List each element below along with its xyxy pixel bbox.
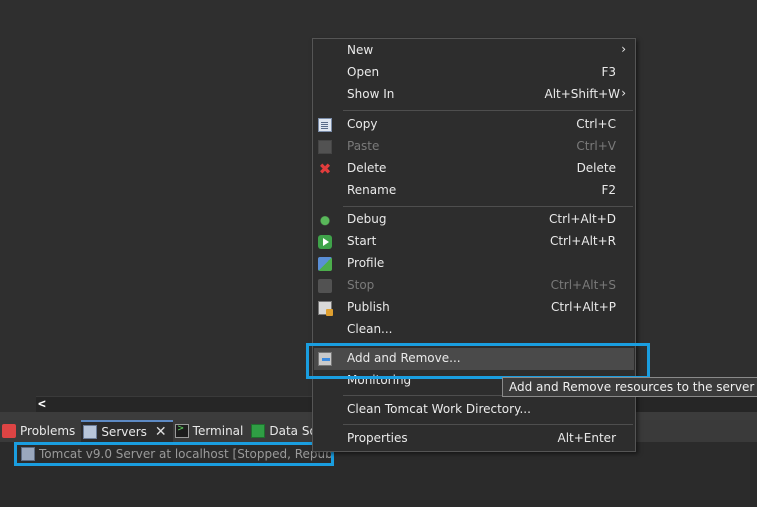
menu-item-profile[interactable]: Profile [314,253,634,275]
menu-item-label: Profile [347,256,385,270]
menu-item-label: Paste [347,139,380,153]
menu-item-paste[interactable]: Paste Ctrl+V [314,136,634,158]
menu-item-publish[interactable]: Publish Ctrl+Alt+P [314,297,634,319]
menu-item-shortcut: Ctrl+Alt+R [549,234,616,248]
menu-item-copy[interactable]: Copy Ctrl+C [314,114,634,136]
servers-icon [83,425,98,439]
menu-item-delete[interactable]: ✖ Delete Delete [314,158,634,180]
menu-item-label: New [347,43,374,57]
menu-item-shortcut: F2 [601,183,616,197]
tab-label: Servers [101,425,147,439]
tab-terminal[interactable]: Terminal [173,420,250,442]
menu-item-label: Add and Remove... [347,351,461,365]
menu-item-debug[interactable]: Debug Ctrl+Alt+D [314,209,634,231]
menu-item-shortcut: Delete [576,161,616,175]
tab-label: Terminal [192,424,244,438]
start-icon [318,235,332,249]
menu-item-label: Stop [347,278,375,292]
tab-problems[interactable]: Problems [0,420,81,442]
paste-icon [318,140,332,154]
menu-item-shortcut: Ctrl+Alt+P [551,300,616,314]
tomcat-server-icon [21,447,35,461]
menu-item-label: Show In [347,87,395,101]
menu-item-label: Delete [347,161,387,175]
submenu-arrow-icon: › [621,42,626,56]
terminal-icon [174,423,189,438]
menu-item-shortcut: F3 [601,65,616,79]
server-entry-label: Tomcat v9.0 Server at localhost [Stopped… [39,447,334,461]
publish-icon [318,301,333,316]
menu-separator [343,110,633,111]
menu-item-shortcut: Ctrl+Alt+S [550,278,616,292]
menu-item-label: Monitoring [347,373,412,387]
menu-item-shortcut: Ctrl+Alt+D [549,212,616,226]
menu-item-label: Copy [347,117,378,131]
menu-item-label: Start [347,234,377,248]
menu-item-label: Debug [347,212,387,226]
menu-item-shortcut: Ctrl+C [576,117,616,131]
menu-item-label: Open [347,65,380,79]
debug-icon [318,213,332,227]
menu-item-label: Publish [347,300,390,314]
delete-icon: ✖ [318,160,332,178]
close-icon[interactable]: ✕ [155,424,167,440]
problems-icon [2,424,16,438]
submenu-arrow-icon: › [621,86,626,100]
menu-item-stop[interactable]: Stop Ctrl+Alt+S [314,275,634,297]
menu-item-label: Clean Tomcat Work Directory... [347,402,531,416]
menu-item-clean[interactable]: Clean... [314,319,634,341]
menu-separator [343,424,633,425]
left-gutter [0,396,36,412]
menu-item-label: Properties [347,431,408,445]
menu-item-shortcut: Alt+Shift+W [544,87,621,101]
menu-item-start[interactable]: Start Ctrl+Alt+R [314,231,634,253]
menu-item-new[interactable]: New › [314,40,634,62]
menu-item-add-and-remove[interactable]: Add and Remove... [314,348,634,370]
menu-item-rename[interactable]: Rename F2 [314,180,634,202]
copy-icon [318,118,332,132]
stop-icon [318,279,332,293]
menu-item-shortcut: Ctrl+V [576,139,616,153]
menu-separator [343,206,633,207]
menu-item-show-in[interactable]: Show In Alt+Shift+W › [314,84,634,106]
menu-item-open[interactable]: Open F3 [314,62,634,84]
menu-item-shortcut: Alt+Enter [557,431,616,445]
tooltip: Add and Remove resources to the server [502,377,757,397]
scroll-left-arrow[interactable]: < [38,397,46,412]
menu-item-label: Clean... [347,322,393,336]
add-remove-icon [318,352,332,366]
menu-separator [343,344,633,345]
menu-item-label: Rename [347,183,397,197]
menu-item-clean-tomcat-work-directory[interactable]: Clean Tomcat Work Directory... [314,399,634,421]
menu-item-properties[interactable]: Properties Alt+Enter [314,428,634,450]
server-entry[interactable]: Tomcat v9.0 Server at localhost [Stopped… [14,442,334,466]
profile-icon [318,257,332,271]
tab-servers[interactable]: Servers ✕ [81,420,173,442]
data-source-icon [251,424,266,438]
tab-label: Problems [20,424,76,438]
